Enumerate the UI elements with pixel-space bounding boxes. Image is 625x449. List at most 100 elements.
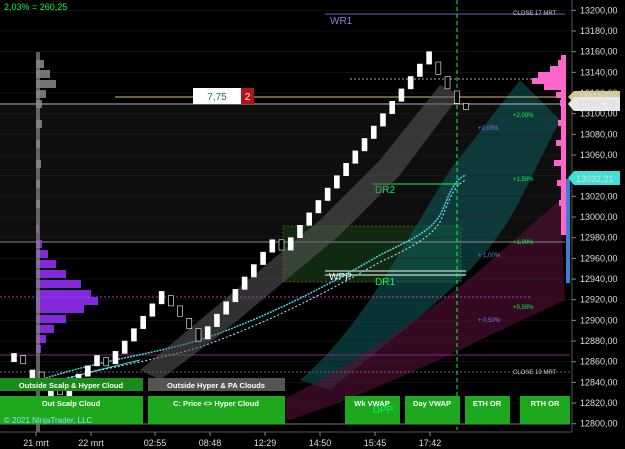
order-qty-value: 2 [245, 92, 251, 103]
y-tick-label: 13140,00 [580, 67, 618, 77]
x-tick-label: 21 mrt [23, 438, 49, 448]
y-tick-label: 13180,00 [580, 26, 618, 36]
y-tick-label: 13160,00 [580, 47, 618, 57]
price-bar [121, 340, 128, 354]
price-bar [20, 355, 27, 365]
price-bar [297, 225, 303, 239]
price-bar [334, 175, 340, 189]
button-hyper-pa-label: Outside Hyper & PA Clouds [167, 381, 265, 390]
close-17-label: CLOSE 17 MRT [513, 11, 557, 17]
price-bar [407, 76, 414, 90]
button-day-vwap-label: Day VWAP [413, 399, 451, 408]
grid [0, 10, 572, 424]
dpp-label: DPP [373, 405, 394, 416]
price-bar [315, 200, 322, 214]
price-bar [417, 63, 423, 77]
profile-bar [36, 315, 66, 323]
y-tick-label: 13000,00 [580, 212, 618, 222]
y-tick-label: 12920,00 [580, 295, 618, 305]
price-bar [306, 212, 312, 226]
price-bar [398, 88, 405, 102]
price-bar [444, 76, 451, 90]
price-bar [380, 113, 386, 127]
button-rth-or-label: RTH OR [531, 399, 560, 408]
x-tick-label: 08:48 [199, 438, 222, 448]
price-bar [426, 51, 432, 65]
y-tick-label: 12880,00 [580, 336, 618, 346]
y-tick-label: 12960,00 [580, 253, 618, 263]
price-bar [84, 365, 91, 377]
price-bar [186, 318, 193, 329]
profile-bar [36, 280, 81, 288]
price-chart[interactable]: WR1 DR2 WPP DR1 +2,00% +2,00% +1,50% +1,… [0, 0, 625, 449]
price-bar [287, 237, 294, 251]
price-bar [343, 162, 349, 176]
price-bar [204, 326, 211, 340]
button-eth-or-label: ETH OR [473, 399, 502, 408]
price-bar [223, 301, 229, 315]
y-tick-label: 13080,00 [580, 129, 618, 139]
price-bar [260, 251, 266, 265]
price-bar [352, 150, 359, 164]
y-tick-label: 12860,00 [580, 357, 618, 367]
price-bar [389, 100, 396, 114]
price-bar [103, 357, 110, 367]
marker-current-label: 13104,75 [578, 99, 616, 109]
button-hyper-cloud-label: Outside Scalp & Hyper Cloud [19, 381, 124, 390]
price-bar [278, 239, 285, 251]
price-bar [453, 90, 460, 104]
x-tick-label: 12:29 [254, 438, 277, 448]
price-bar [435, 61, 442, 75]
profile-bar [36, 297, 98, 305]
profile-bar [36, 270, 66, 278]
price-bar [361, 138, 368, 152]
price-bar [195, 328, 202, 342]
price-bar [324, 187, 331, 201]
button-price-hyper-label: C: Price <> Hyper Cloud [173, 399, 259, 408]
price-bar [112, 351, 119, 365]
price-bar [158, 291, 165, 305]
x-tick-label: 17:42 [419, 438, 442, 448]
price-bar [269, 239, 276, 253]
profile-bar [532, 78, 566, 84]
price-bar [11, 353, 17, 363]
price-bar [463, 103, 469, 110]
price-bar [149, 303, 156, 317]
marker-vwap-label: 13032,21 [576, 174, 614, 184]
y-tick-label: 13200,00 [580, 5, 618, 15]
x-tick-label: 14:50 [309, 438, 332, 448]
pct-label-050: +0,50% [513, 305, 534, 311]
vwap-range-bar [566, 179, 570, 283]
price-bar [214, 313, 220, 327]
y-tick-label: 12840,00 [580, 377, 618, 387]
y-tick-label: 13060,00 [580, 150, 618, 160]
x-tick-label: 15:45 [364, 438, 387, 448]
price-bar [140, 315, 146, 329]
y-tick-label: 12820,00 [580, 398, 618, 408]
pct-label-200: +2,00% [513, 113, 534, 119]
y-tick-label: 12900,00 [580, 315, 618, 325]
x-tick-label: 02:55 [144, 438, 167, 448]
y-tick-label: 13020,00 [580, 191, 618, 201]
price-bar [370, 125, 377, 139]
price-bar [241, 276, 248, 290]
button-scalp-cloud-label: Out Scalp Cloud [42, 399, 101, 408]
price-bar [251, 264, 257, 278]
pct-label-100: +1,00% [513, 240, 534, 246]
y-tick-label: 12980,00 [580, 233, 618, 243]
y-tick-label: 12940,00 [580, 274, 618, 284]
price-bar [131, 328, 137, 342]
copyright-text: © 2021 NinjaTrader, LLC [4, 416, 93, 425]
x-tick-label: 22 mrt [78, 438, 104, 448]
header-info: 2,03% = 260,25 [4, 2, 67, 12]
close-19-label: CLOSE 19 MRT [513, 370, 557, 376]
profile-spine [561, 55, 566, 235]
price-bar [232, 289, 239, 303]
pct-label-150: +1,50% [513, 177, 534, 183]
profile-bar [36, 305, 84, 313]
pct-label-212: +2,00% [478, 126, 499, 132]
price-bar [168, 295, 174, 307]
dr1-label: DR1 [375, 277, 395, 288]
pct-label-100b: + 1,00% [478, 253, 501, 259]
order-price-value: 7,75 [207, 92, 227, 103]
